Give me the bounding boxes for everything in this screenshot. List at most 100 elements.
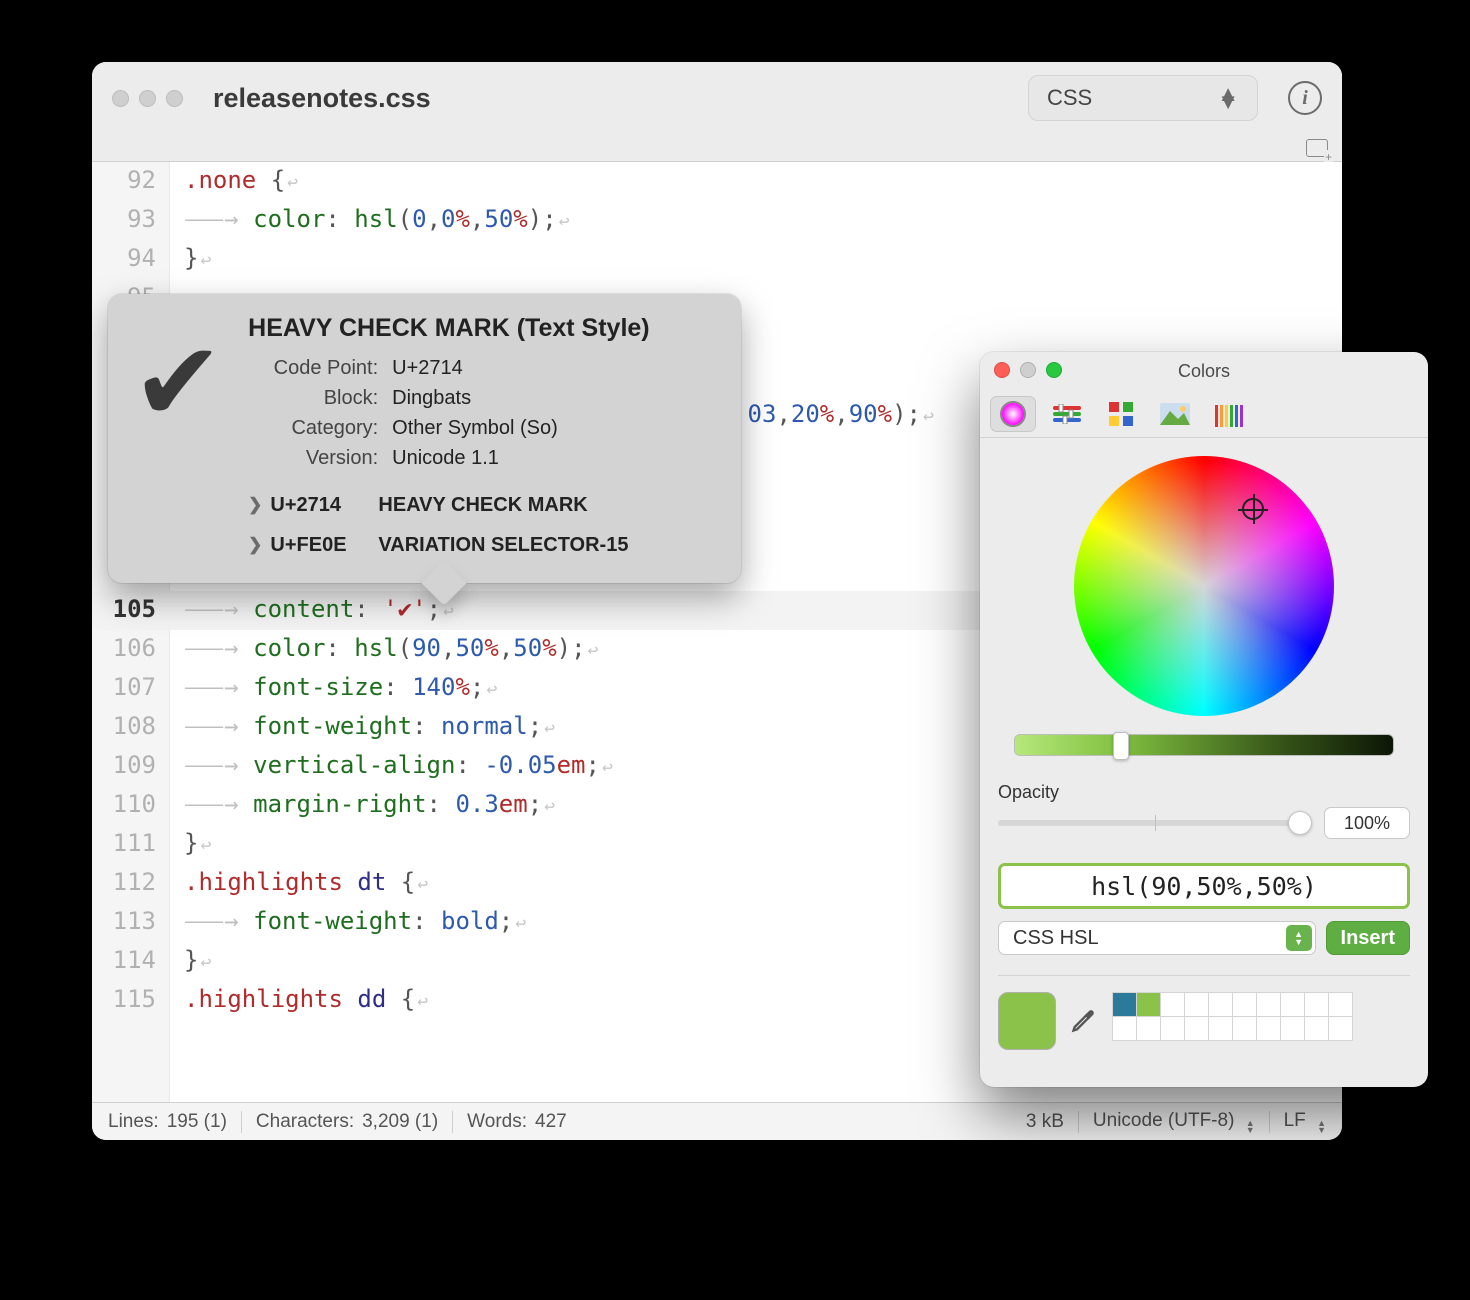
popover-title: HEAVY CHECK MARK (Text Style) — [248, 314, 717, 343]
line-number: 115 — [92, 981, 170, 1020]
pencils-tab-icon[interactable] — [1206, 396, 1252, 432]
chevron-right-icon: ❯ — [248, 525, 262, 565]
line-number: 92 — [92, 162, 170, 201]
popover-row: Category:Other Symbol (So) — [248, 413, 717, 443]
line-content: ⸺→ margin-right: 0.3em;↩ — [170, 786, 555, 825]
color-wheel-tab-icon[interactable] — [990, 396, 1036, 432]
swatch-cell[interactable] — [1232, 992, 1257, 1017]
language-selector[interactable]: CSS ▲▼ — [1028, 75, 1258, 121]
line-number: 105 — [92, 591, 170, 630]
popover-codepoint-row[interactable]: ❯U+2714 HEAVY CHECK MARK — [248, 485, 717, 525]
lines-label: Lines: — [108, 1111, 159, 1133]
line-content: ⸺→ font-size: 140%;↩ — [170, 669, 497, 708]
opacity-thumb[interactable] — [1288, 811, 1312, 835]
lines-count: 195 (1) — [167, 1111, 227, 1133]
swatch-cell[interactable] — [1112, 1016, 1137, 1041]
line-number: 110 — [92, 786, 170, 825]
opacity-field[interactable]: 100% — [1324, 807, 1410, 839]
words-count: 427 — [535, 1111, 567, 1133]
swatch-cell[interactable] — [1256, 992, 1281, 1017]
swatch-cell[interactable] — [1184, 992, 1209, 1017]
swatch-cell[interactable] — [1184, 1016, 1209, 1041]
close-icon[interactable] — [994, 362, 1010, 378]
line-content: ⸺→ color: hsl(90,50%,50%);↩ — [170, 630, 598, 669]
line-number: 113 — [92, 903, 170, 942]
info-icon[interactable]: i — [1288, 81, 1322, 115]
opacity-label: Opacity — [998, 782, 1410, 803]
swatch-cell[interactable] — [1256, 1016, 1281, 1041]
line-content: }↩ — [170, 240, 211, 279]
glyph-preview: ✔ — [132, 314, 224, 565]
swatch-cell[interactable] — [1160, 992, 1185, 1017]
eyedropper-icon[interactable] — [1070, 992, 1098, 1041]
line-content: ⸺→ vertical-align: -0.05em;↩ — [170, 747, 613, 786]
colors-titlebar: Colors — [980, 352, 1428, 390]
swatch-cell[interactable] — [1208, 1016, 1233, 1041]
wheel-cursor-icon[interactable] — [1242, 498, 1264, 520]
swatch-cell[interactable] — [1136, 992, 1161, 1017]
chars-count: 3,209 (1) — [362, 1111, 438, 1133]
image-tab-icon[interactable] — [1152, 396, 1198, 432]
statusbar: Lines: 195 (1) Characters: 3,209 (1) Wor… — [92, 1102, 1342, 1140]
add-pane-icon[interactable] — [1306, 139, 1328, 157]
line-content: }↩ — [170, 825, 211, 864]
popover-codepoint-row[interactable]: ❯U+FE0E VARIATION SELECTOR-15 — [248, 525, 717, 565]
close-icon[interactable] — [112, 90, 129, 107]
line-number: 114 — [92, 942, 170, 981]
line-content: .highlights dt {↩ — [170, 864, 428, 903]
line-number: 108 — [92, 708, 170, 747]
sliders-tab-icon[interactable] — [1044, 396, 1090, 432]
swatch-cell[interactable] — [1136, 1016, 1161, 1041]
swatch-grid[interactable] — [1112, 992, 1352, 1040]
encoding-selector[interactable]: Unicode (UTF-8) ▲▼ — [1093, 1110, 1255, 1134]
line-content: ⸺→ content: '✔︎';↩ — [170, 591, 454, 630]
palettes-tab-icon[interactable] — [1098, 396, 1144, 432]
code-line[interactable]: 93⸺→ color: hsl(0,0%,50%);↩ — [92, 201, 1342, 240]
swatch-cell[interactable] — [1112, 992, 1137, 1017]
minimize-icon[interactable] — [139, 90, 156, 107]
chevron-updown-icon: ▲▼ — [1286, 925, 1312, 951]
color-value-field[interactable]: hsl(90,50%,50%) — [998, 863, 1410, 909]
line-number: 106 — [92, 630, 170, 669]
line-content: ⸺→ font-weight: bold;↩ — [170, 903, 526, 942]
swatch-cell[interactable] — [1160, 1016, 1185, 1041]
chevron-right-icon: ❯ — [248, 485, 262, 525]
code-line[interactable]: 92.none {↩ — [92, 162, 1342, 201]
opacity-slider[interactable] — [998, 820, 1312, 826]
colors-panel: Colors Opacity — [980, 352, 1428, 1087]
brightness-thumb[interactable] — [1113, 732, 1129, 760]
file-size: 3 kB — [1026, 1111, 1064, 1133]
document-title: releasenotes.css — [213, 83, 1016, 114]
swatch-cell[interactable] — [1304, 992, 1329, 1017]
zoom-icon[interactable] — [166, 90, 183, 107]
swatch-cell[interactable] — [1328, 1016, 1353, 1041]
line-content: ⸺→ font-weight: normal;↩ — [170, 708, 555, 747]
zoom-icon[interactable] — [1046, 362, 1062, 378]
language-label: CSS — [1047, 85, 1092, 111]
current-color-swatch[interactable] — [998, 992, 1056, 1050]
line-ending-selector[interactable]: LF ▲▼ — [1284, 1110, 1326, 1134]
line-content: ⸺→ color: hsl(0,0%,50%);↩ — [170, 201, 569, 240]
line-content: }↩ — [170, 942, 211, 981]
color-format-selector[interactable]: CSS HSL ▲▼ — [998, 921, 1316, 955]
line-number: 93 — [92, 201, 170, 240]
line-number: 109 — [92, 747, 170, 786]
swatch-cell[interactable] — [1232, 1016, 1257, 1041]
line-number: 94 — [92, 240, 170, 279]
line-number: 107 — [92, 669, 170, 708]
swatch-cell[interactable] — [1208, 992, 1233, 1017]
popover-row: Block:Dingbats — [248, 383, 717, 413]
code-line[interactable]: 94}↩ — [92, 240, 1342, 279]
swatch-cell[interactable] — [1280, 1016, 1305, 1041]
insert-button[interactable]: Insert — [1326, 921, 1410, 955]
minimize-icon[interactable] — [1020, 362, 1036, 378]
color-wheel[interactable] — [1074, 456, 1334, 716]
titlebar: releasenotes.css CSS ▲▼ i — [92, 62, 1342, 134]
brightness-slider[interactable] — [1014, 734, 1394, 756]
swatch-cell[interactable] — [1280, 992, 1305, 1017]
swatch-cell[interactable] — [1304, 1016, 1329, 1041]
popover-row: Code Point:U+2714 — [248, 353, 717, 383]
swatch-cell[interactable] — [1328, 992, 1353, 1017]
popover-row: Version:Unicode 1.1 — [248, 443, 717, 473]
chevron-updown-icon: ▲▼ — [1217, 90, 1239, 106]
